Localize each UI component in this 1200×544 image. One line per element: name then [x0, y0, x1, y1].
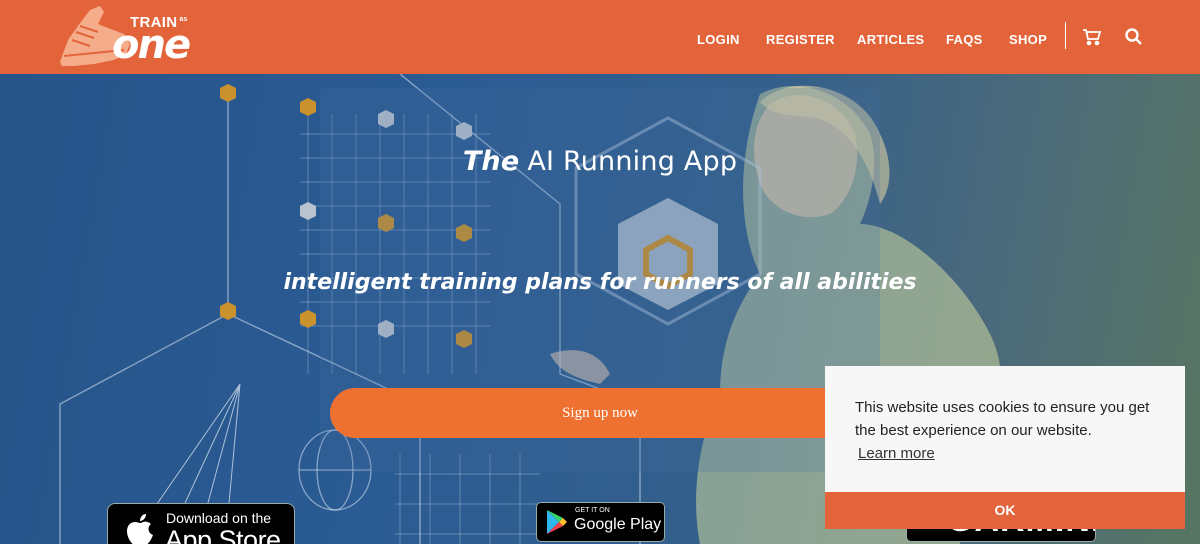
brand-logo[interactable]: TRAIN as one [54, 4, 204, 70]
nav-divider [1065, 22, 1066, 49]
nav-faqs[interactable]: FAQS [946, 32, 983, 47]
google-play-line1: GET IT ON [575, 507, 610, 514]
app-store-line2: App Store [165, 525, 281, 544]
cookie-message: This website uses cookies to ensure you … [855, 399, 1150, 439]
hero-title: The AI Running App [462, 146, 738, 177]
cart-icon[interactable] [1082, 27, 1102, 47]
search-icon[interactable] [1124, 27, 1144, 47]
nav-login[interactable]: LOGIN [697, 32, 740, 47]
google-play-badge[interactable]: GET IT ON Google Play [536, 502, 665, 542]
google-play-line2: Google Play [574, 516, 662, 533]
cookie-ok-button[interactable]: OK [825, 492, 1185, 529]
apple-icon [127, 514, 153, 544]
hero-subtitle: intelligent training plans for runners o… [283, 270, 917, 295]
google-play-icon [547, 510, 567, 534]
cookie-learn-more-link[interactable]: Learn more [858, 445, 935, 462]
cookie-banner: This website uses cookies to ensure you … [825, 366, 1185, 529]
logo-wordmark-main: one [112, 22, 191, 68]
nav-register[interactable]: REGISTER [766, 32, 835, 47]
nav-articles[interactable]: ARTICLES [857, 32, 924, 47]
site-header: TRAIN as one LOGIN REGISTER ARTICLES FAQS… [0, 0, 1200, 74]
app-store-line1: Download on the [166, 510, 272, 526]
sign-up-button[interactable]: Sign up now [330, 388, 870, 438]
app-store-badge[interactable]: Download on the App Store [107, 503, 295, 544]
nav-shop[interactable]: SHOP [1009, 32, 1047, 47]
